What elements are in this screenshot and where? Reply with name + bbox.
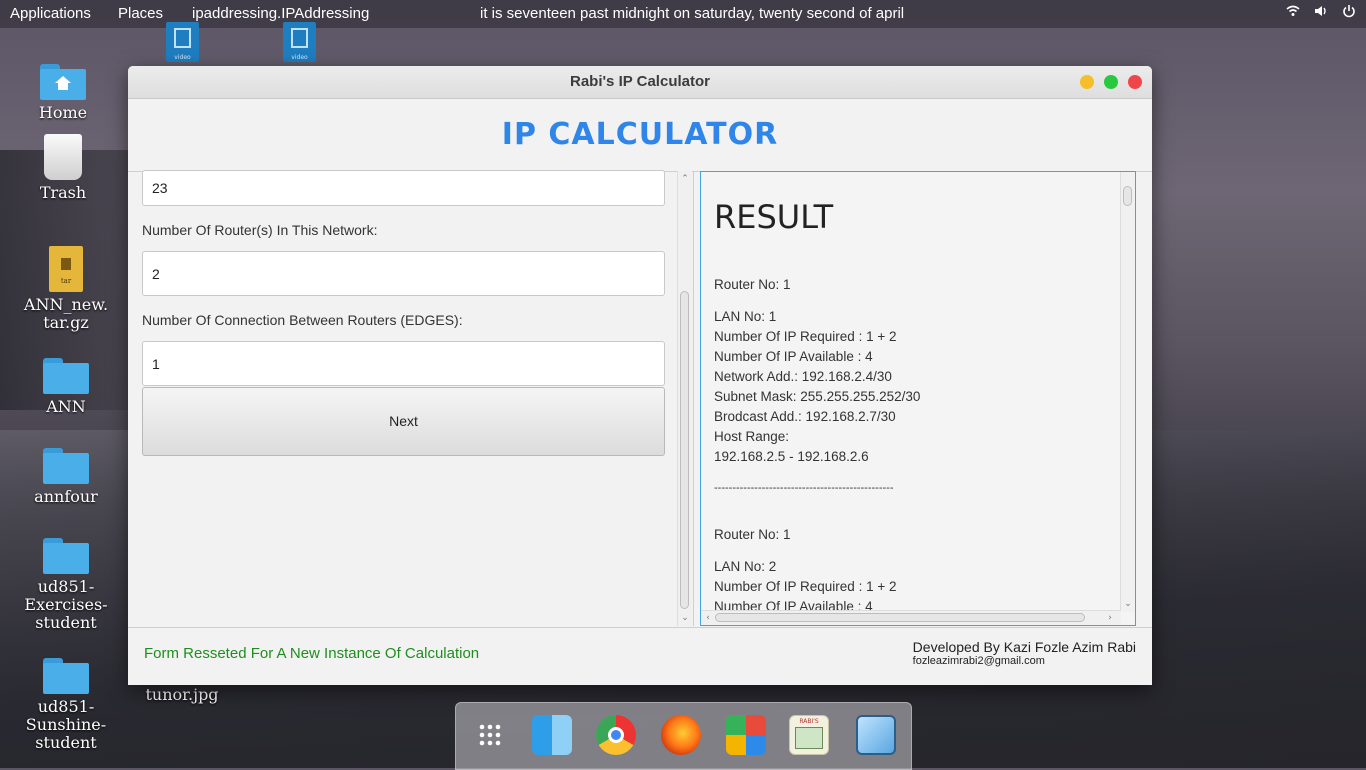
- system-tray: [1286, 4, 1356, 18]
- video-file-label: video: [174, 54, 191, 61]
- virtualbox-icon[interactable]: [856, 715, 896, 755]
- top-panel: Applications Places ipaddressing.IPAddre…: [0, 0, 1366, 28]
- desktop-icon-tunor-jpg[interactable]: tunor.jpg: [137, 686, 227, 704]
- desktop-icon-trash[interactable]: Trash: [18, 134, 108, 202]
- result-router-line: Router No: 1: [714, 527, 791, 542]
- maximize-button[interactable]: [1104, 75, 1118, 89]
- folder-icon: [43, 658, 89, 694]
- result-pane[interactable]: RESULT Router No: 1 LAN No: 1 Number Of …: [700, 171, 1136, 626]
- scrollbar-thumb[interactable]: [715, 613, 1085, 622]
- developer-credit: Developed By Kazi Fozle Azim Rabi fozlea…: [913, 639, 1136, 667]
- result-available-line: Number Of IP Available : 4: [714, 349, 873, 364]
- result-heading: RESULT: [714, 198, 834, 236]
- developer-name: Developed By Kazi Fozle Azim Rabi: [912, 639, 1136, 655]
- status-message: Form Resseted For A New Instance Of Calc…: [144, 645, 480, 662]
- form-pane: 23 Number Of Router(s) In This Network: …: [128, 170, 694, 626]
- folder-icon: [43, 448, 89, 484]
- result-lan-line: LAN No: 2: [714, 559, 777, 574]
- dock: RABI'S: [455, 702, 912, 770]
- edges-count-input[interactable]: 1: [142, 341, 665, 386]
- window-title: Rabi's IP Calculator: [569, 73, 710, 90]
- desktop-icon-label: ud851- Sunshine- student: [25, 697, 107, 752]
- ip-calculator-badge: RABI'S: [799, 718, 819, 725]
- routers-count-label: Number Of Router(s) In This Network:: [142, 222, 378, 238]
- scroll-right-arrow-icon[interactable]: ›: [1103, 612, 1117, 624]
- power-icon[interactable]: [1342, 4, 1356, 18]
- top-number-field[interactable]: 23: [142, 170, 665, 206]
- active-app-menu[interactable]: ipaddressing.IPAddressing: [192, 5, 369, 22]
- result-horizontal-scrollbar[interactable]: ‹ ›: [701, 610, 1121, 625]
- result-broadcast-line: Brodcast Add.: 192.168.2.7/30: [714, 409, 896, 424]
- next-button[interactable]: Next: [142, 387, 665, 456]
- result-vertical-scrollbar[interactable]: ⌄: [1120, 172, 1135, 612]
- folder-icon: [43, 358, 89, 394]
- result-separator: ----------------------------------------…: [714, 482, 894, 494]
- scroll-up-arrow-icon[interactable]: ⌃: [678, 173, 692, 185]
- status-footer: Form Resseted For A New Instance Of Calc…: [128, 627, 1152, 685]
- result-host-label: Host Range:: [714, 429, 790, 444]
- desktop-icon-ud851-exercises[interactable]: ud851- Exercises- student: [21, 538, 111, 632]
- desktop-icon-label: ANN_new. tar.gz: [23, 295, 109, 332]
- desktop-icon-home[interactable]: Home: [18, 64, 108, 122]
- scroll-down-arrow-icon[interactable]: ⌄: [1121, 598, 1135, 610]
- home-folder-icon: [40, 64, 86, 100]
- desktop-icon-label: Home: [38, 103, 88, 122]
- video-file-icon[interactable]: video: [283, 22, 316, 62]
- ip-calculator-icon[interactable]: RABI'S: [789, 715, 829, 755]
- result-host-range: 192.168.2.5 - 192.168.2.6: [714, 449, 869, 464]
- folder-icon: [43, 538, 89, 574]
- applications-menu[interactable]: Applications: [10, 5, 91, 22]
- video-file-icon[interactable]: video: [166, 22, 199, 62]
- desktop-icon-label: ANN: [46, 397, 86, 416]
- scrollbar-thumb[interactable]: [680, 291, 689, 609]
- desktop-icon-ud851-sunshine[interactable]: ud851- Sunshine- student: [21, 658, 111, 752]
- desktop-icon-annfour[interactable]: annfour: [21, 448, 111, 506]
- routers-count-input[interactable]: 2: [142, 251, 665, 296]
- desktop-icon-ann-new-tar[interactable]: tar ANN_new. tar.gz: [21, 246, 111, 332]
- chrome-icon[interactable]: [596, 715, 636, 755]
- edges-count-label: Number Of Connection Between Routers (ED…: [142, 312, 463, 328]
- office-icon[interactable]: [726, 715, 766, 755]
- close-button[interactable]: [1128, 75, 1142, 89]
- volume-icon[interactable]: [1314, 4, 1328, 18]
- result-router-line: Router No: 1: [714, 277, 791, 292]
- desktop-icon-label: tunor.jpg: [145, 685, 219, 704]
- desktop-icon-label: ud851- Exercises- student: [24, 577, 108, 632]
- desktop-icon-ann[interactable]: ANN: [21, 358, 111, 416]
- desktop-icon-label: Trash: [39, 183, 87, 202]
- minimize-button[interactable]: [1080, 75, 1094, 89]
- places-menu[interactable]: Places: [118, 5, 163, 22]
- result-subnet-line: Subnet Mask: 255.255.255.252/30: [714, 389, 921, 404]
- result-lan-line: LAN No: 1: [714, 309, 777, 324]
- result-required-line: Number Of IP Required : 1 + 2: [714, 329, 897, 344]
- apps-grid-icon[interactable]: [470, 715, 510, 755]
- trash-icon: [44, 134, 82, 180]
- scroll-down-arrow-icon[interactable]: ⌄: [678, 612, 692, 624]
- window-titlebar[interactable]: Rabi's IP Calculator: [128, 66, 1152, 99]
- app-header-title: IP CALCULATOR: [128, 99, 1152, 172]
- wifi-icon[interactable]: [1286, 4, 1300, 18]
- archive-file-icon: tar: [49, 246, 83, 292]
- clock[interactable]: it is seventeen past midnight on saturda…: [480, 5, 904, 22]
- scrollbar-thumb[interactable]: [1123, 186, 1132, 206]
- tar-badge: tar: [60, 277, 72, 285]
- scroll-left-arrow-icon[interactable]: ‹: [701, 612, 715, 624]
- result-required-line: Number Of IP Required : 1 + 2: [714, 579, 897, 594]
- ip-calculator-window: Rabi's IP Calculator IP CALCULATOR 23 Nu…: [128, 66, 1152, 685]
- form-vertical-scrollbar[interactable]: ⌃ ⌄: [677, 171, 692, 626]
- result-network-line: Network Add.: 192.168.2.4/30: [714, 369, 892, 384]
- firefox-icon[interactable]: [661, 715, 701, 755]
- developer-email: fozleazimrabi2@gmail.com: [912, 655, 1045, 667]
- finder-icon[interactable]: [532, 715, 572, 755]
- desktop-icon-label: annfour: [34, 487, 98, 506]
- video-file-label: video: [291, 54, 308, 61]
